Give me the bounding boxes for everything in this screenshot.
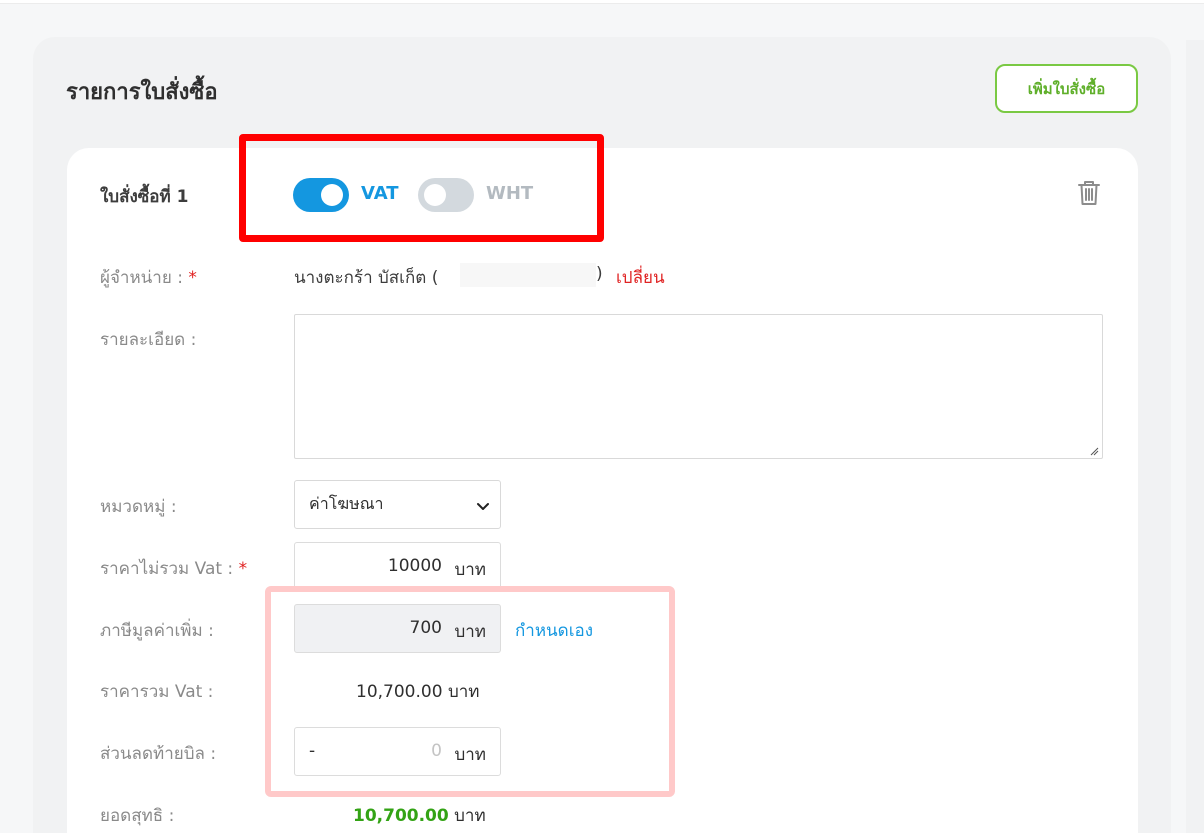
- price-ex-vat-input[interactable]: 10000 บาท: [294, 542, 501, 591]
- vendor-code-redacted: [460, 263, 596, 287]
- top-bar: [0, 0, 1204, 4]
- net-total-unit: บาท: [454, 806, 486, 826]
- vat-summary-highlight-box: [265, 586, 675, 797]
- resize-grip-icon[interactable]: [1089, 446, 1099, 456]
- add-purchase-order-button[interactable]: เพิ่มใบสั่งซื้อ: [995, 64, 1138, 113]
- category-label: หมวดหมู่ :: [100, 497, 177, 517]
- category-selected: ค่าโฆษณา: [309, 494, 384, 513]
- change-vendor-link[interactable]: เปลี่ยน: [616, 264, 665, 291]
- required-mark: *: [188, 268, 197, 288]
- category-select[interactable]: ค่าโฆษณา: [294, 480, 501, 529]
- vendor-name: นางตะกร้า บัสเก็ต (: [294, 268, 439, 288]
- detail-textarea[interactable]: [294, 314, 1103, 459]
- vat-amount-label: ภาษีมูลค่าเพิ่ม :: [100, 621, 214, 641]
- section-title: รายการใบสั่งซื้อ: [66, 80, 218, 105]
- net-total-value: 10,700.00 บาท: [353, 802, 486, 829]
- chevron-down-icon: [477, 503, 489, 510]
- price-ex-vat-value: 10000: [387, 556, 442, 576]
- toggle-highlight-box: [239, 134, 604, 242]
- price-ex-vat-label-text: ราคาไม่รวม Vat :: [100, 559, 234, 579]
- vendor-label-text: ผู้จำหน่าย :: [100, 268, 183, 288]
- vendor-label: ผู้จำหน่าย : *: [100, 264, 197, 291]
- trash-icon[interactable]: [1074, 178, 1104, 208]
- required-mark: *: [238, 559, 248, 579]
- total-incl-vat-label: ราคารวม Vat :: [100, 682, 214, 702]
- right-side-panel: [1186, 40, 1204, 833]
- discount-label: ส่วนลดท้ายบิล :: [100, 744, 217, 764]
- price-ex-vat-label: ราคาไม่รวม Vat : *: [100, 555, 247, 582]
- detail-label: รายละเอียด :: [100, 330, 197, 350]
- order-title: ใบสั่งซื้อที่ 1: [100, 187, 189, 207]
- net-total-number: 10,700.00: [353, 806, 449, 826]
- vendor-name-close: ): [596, 264, 603, 284]
- net-total-label: ยอดสุทธิ :: [100, 806, 175, 826]
- price-ex-vat-unit: บาท: [454, 560, 486, 580]
